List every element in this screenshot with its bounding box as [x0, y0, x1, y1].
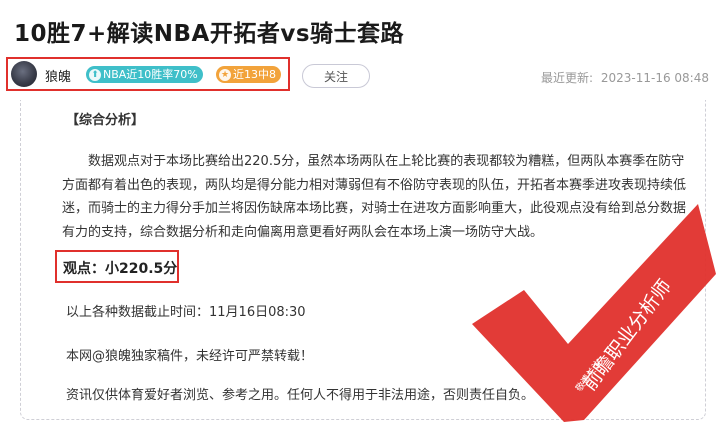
author-name[interactable]: 狼魄: [45, 66, 71, 85]
streak-badge: ★ 近13中8: [216, 66, 281, 83]
avatar[interactable]: [11, 61, 37, 87]
record-badge: ⬆ NBA近10胜率70%: [86, 66, 203, 83]
copyright-note: 本网@狼魄独家稿件，未经许可严禁转载！: [66, 349, 314, 364]
data-cutoff-note: 以上各种数据截止时间：11月16日08:30: [66, 305, 306, 320]
update-label: 最近更新:: [540, 71, 594, 85]
article-title: 10胜7+解读NBA开拓者vs骑士套路: [14, 21, 405, 47]
arrow-up-icon: ⬆: [89, 68, 101, 81]
disclaimer-text: 资讯仅供体育爱好者浏览、参考之用。任何人不得用于非法用途，否则责任自负。: [66, 388, 535, 403]
star-icon: ★: [219, 68, 231, 81]
streak-badge-label: 近13中8: [233, 68, 276, 81]
update-time: 2023-11-16 08:48: [600, 71, 709, 85]
analysis-paragraph: 数据观点对于本场比赛给出220.5分，虽然本场两队在上轮比赛的表现都较为糟糕，但…: [62, 154, 687, 240]
follow-button[interactable]: 关注: [302, 64, 370, 88]
update-time-row: 最近更新: 2023-11-16 08:48: [541, 69, 709, 86]
record-badge-label: NBA近10胜率70%: [103, 68, 198, 81]
viewpoint-text: 观点：小220.5分: [63, 261, 178, 277]
section-heading: 【综合分析】: [66, 113, 145, 128]
